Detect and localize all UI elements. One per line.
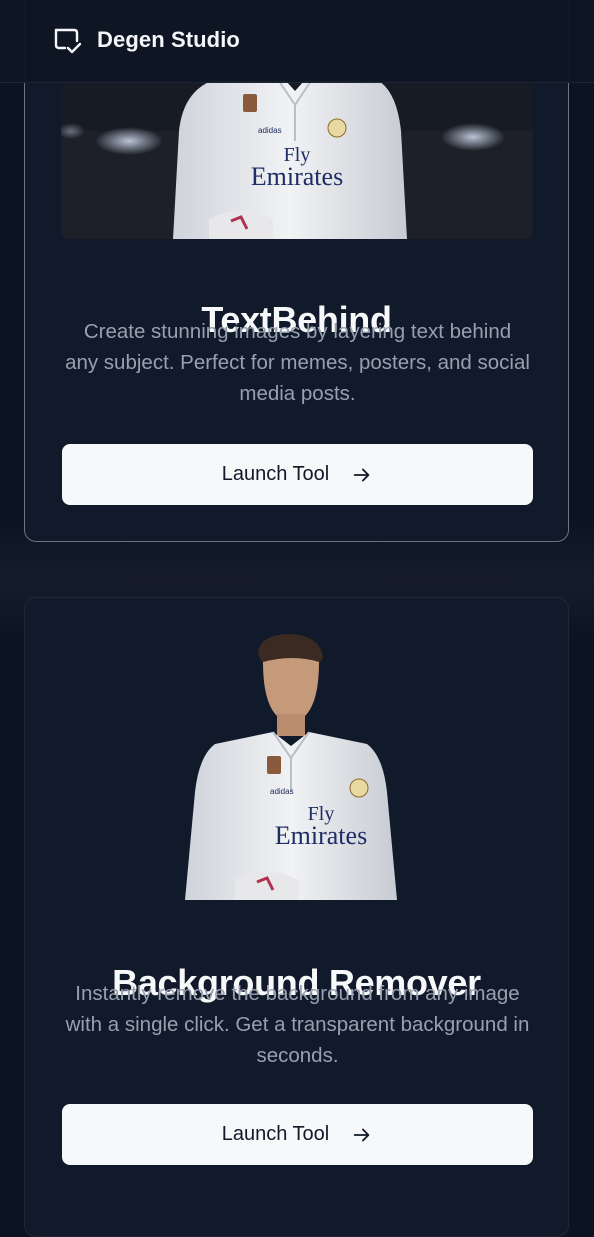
launch-tool-button[interactable]: Launch Tool [62, 1104, 533, 1165]
arrow-right-icon [354, 468, 370, 481]
svg-text:adidas: adidas [258, 126, 282, 135]
launch-tool-label: Launch Tool [221, 1123, 330, 1145]
arrow-right-icon [354, 1128, 370, 1141]
app-header: Degen Studio [0, 0, 594, 83]
launch-tool-label: Launch Tool [221, 463, 330, 485]
svg-text:Emirates: Emirates [275, 821, 367, 850]
launch-tool-button[interactable]: Launch Tool [62, 444, 533, 505]
chat-bubble-check-icon [54, 28, 82, 54]
svg-text:adidas: adidas [270, 787, 294, 796]
svg-text:Emirates: Emirates [251, 162, 343, 191]
tool-card-background-remover: adidas Fly Emirates Background Remover I… [24, 597, 569, 1237]
tool-description: Create stunning images by layering text … [65, 320, 530, 405]
tool-description: Instantly remove the background from any… [65, 982, 530, 1067]
brand-name[interactable]: Degen Studio [97, 27, 240, 53]
tool-preview-image: adidas Fly Emirates [173, 632, 409, 900]
